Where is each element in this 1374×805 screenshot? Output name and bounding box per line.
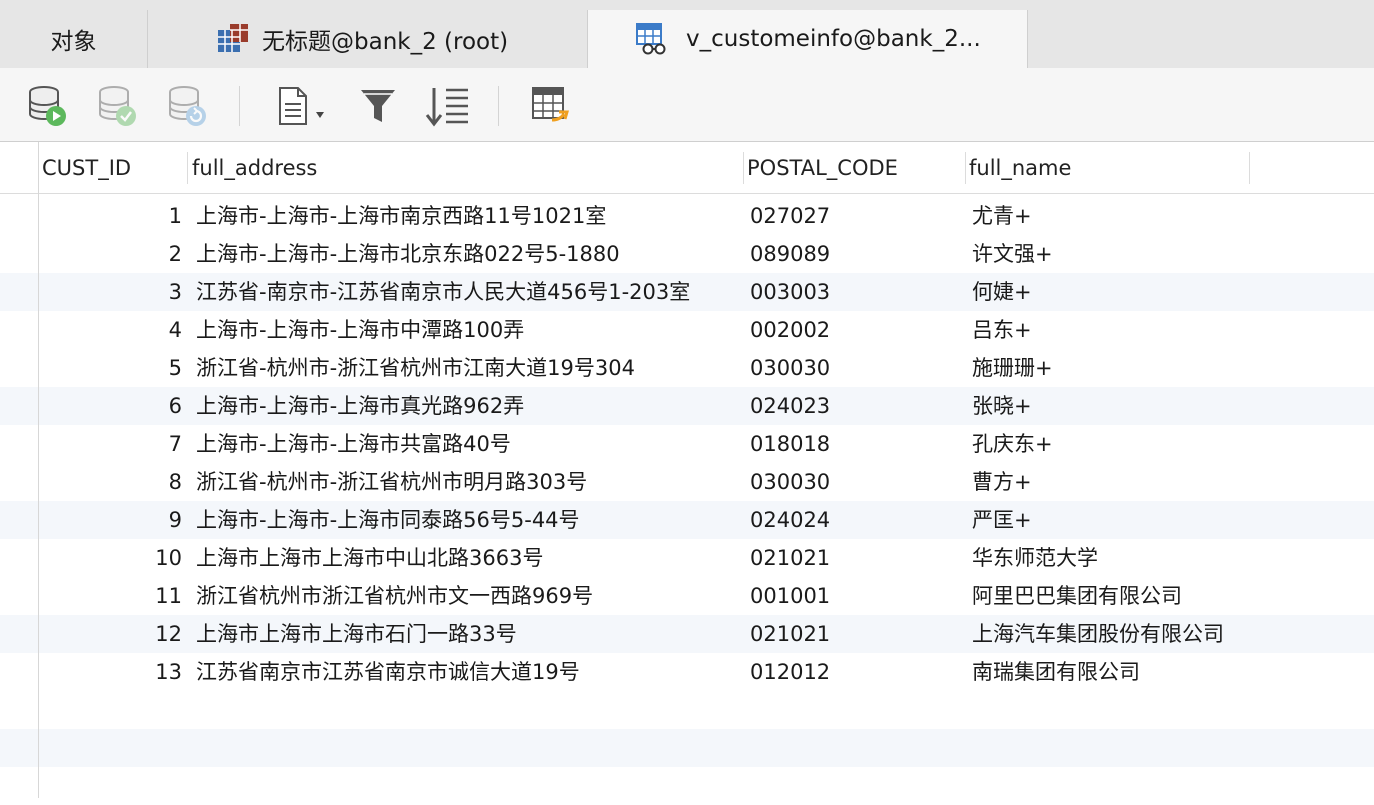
table-row[interactable]: 13 江苏省南京市江苏省南京市诚信大道19号 012012 南瑞集团有限公司 xyxy=(0,653,1374,691)
cell-cust-id[interactable]: 11 xyxy=(40,577,182,615)
cell-cust-id[interactable]: 2 xyxy=(40,235,182,273)
cell-postal-code[interactable]: 030030 xyxy=(750,463,960,501)
toolbar-separator xyxy=(239,86,240,126)
cell-full-address[interactable]: 浙江省-杭州市-浙江省杭州市江南大道19号304 xyxy=(196,349,744,387)
cell-cust-id[interactable]: 9 xyxy=(40,501,182,539)
tab-view-label: v_customeinfo@bank_2... xyxy=(686,26,981,52)
cell-full-name[interactable]: 何婕+ xyxy=(972,273,1252,311)
cell-postal-code[interactable]: 030030 xyxy=(750,349,960,387)
table-row[interactable]: 9 上海市-上海市-上海市同泰路56号5-44号 024024 严匡+ xyxy=(0,501,1374,539)
tab-query-label: 无标题@bank_2 (root) xyxy=(262,29,509,55)
document-menu-icon[interactable] xyxy=(276,84,332,128)
cell-full-name[interactable]: 吕东+ xyxy=(972,311,1252,349)
column-header-full-address[interactable]: full_address xyxy=(188,142,743,194)
table-row[interactable]: 1 上海市-上海市-上海市南京西路11号1021室 027027 尤青+ xyxy=(0,197,1374,235)
data-grid: CUST_ID full_address POSTAL_CODE full_na… xyxy=(0,142,1374,798)
cell-cust-id[interactable]: 7 xyxy=(40,425,182,463)
tab-objects-label: 对象 xyxy=(50,29,97,55)
column-header-postal-code[interactable]: POSTAL_CODE xyxy=(743,142,965,194)
table-row[interactable]: 10 上海市上海市上海市中山北路3663号 021021 华东师范大学 xyxy=(0,539,1374,577)
cell-full-name[interactable]: 华东师范大学 xyxy=(972,539,1252,577)
db-refresh-icon[interactable] xyxy=(166,84,210,128)
cell-cust-id[interactable]: 6 xyxy=(40,387,182,425)
cell-full-address[interactable]: 上海市-上海市-上海市真光路962弄 xyxy=(196,387,744,425)
cell-full-address[interactable]: 上海市上海市上海市石门一路33号 xyxy=(196,615,744,653)
cell-cust-id[interactable]: 8 xyxy=(40,463,182,501)
sort-icon[interactable] xyxy=(424,84,472,128)
tab-bar: 对象 无标题@bank_2 (root) v_customeinfo@bank_… xyxy=(0,0,1374,68)
view-icon xyxy=(636,23,666,55)
cell-cust-id[interactable]: 12 xyxy=(40,615,182,653)
cell-full-address[interactable]: 上海市上海市上海市中山北路3663号 xyxy=(196,539,744,577)
empty-row xyxy=(0,767,1374,805)
cell-full-address[interactable]: 浙江省-杭州市-浙江省杭州市明月路303号 xyxy=(196,463,744,501)
cell-full-address[interactable]: 上海市-上海市-上海市共富路40号 xyxy=(196,425,744,463)
cell-full-name[interactable]: 南瑞集团有限公司 xyxy=(972,653,1252,691)
cell-full-name[interactable]: 严匡+ xyxy=(972,501,1252,539)
cell-full-name[interactable]: 曹方+ xyxy=(972,463,1252,501)
column-separator[interactable] xyxy=(1249,152,1250,184)
cell-postal-code[interactable]: 012012 xyxy=(750,653,960,691)
query-table-icon xyxy=(218,24,248,52)
cell-full-name[interactable]: 阿里巴巴集团有限公司 xyxy=(972,577,1252,615)
cell-full-address[interactable]: 浙江省杭州市浙江省杭州市文一西路969号 xyxy=(196,577,744,615)
filter-icon[interactable] xyxy=(358,84,398,128)
table-row[interactable]: 7 上海市-上海市-上海市共富路40号 018018 孔庆东+ xyxy=(0,425,1374,463)
cell-postal-code[interactable]: 027027 xyxy=(750,197,960,235)
cell-full-name[interactable]: 施珊珊+ xyxy=(972,349,1252,387)
table-row[interactable]: 2 上海市-上海市-上海市北京东路022号5-1880 089089 许文强+ xyxy=(0,235,1374,273)
cell-full-name[interactable]: 孔庆东+ xyxy=(972,425,1252,463)
cell-postal-code[interactable]: 024024 xyxy=(750,501,960,539)
cell-postal-code[interactable]: 001001 xyxy=(750,577,960,615)
tab-view-customeinfo[interactable]: v_customeinfo@bank_2... xyxy=(588,10,1028,68)
cell-full-address[interactable]: 江苏省南京市江苏省南京市诚信大道19号 xyxy=(196,653,744,691)
cell-cust-id[interactable]: 3 xyxy=(40,273,182,311)
cell-full-name[interactable]: 张晓+ xyxy=(972,387,1252,425)
empty-row xyxy=(0,691,1374,729)
column-header-full-name[interactable]: full_name xyxy=(965,142,1249,194)
db-run-icon[interactable] xyxy=(26,84,70,128)
cell-postal-code[interactable]: 021021 xyxy=(750,539,960,577)
cell-postal-code[interactable]: 018018 xyxy=(750,425,960,463)
cell-full-name[interactable]: 上海汽车集团股份有限公司 xyxy=(972,615,1252,653)
table-row[interactable]: 6 上海市-上海市-上海市真光路962弄 024023 张晓+ xyxy=(0,387,1374,425)
cell-full-address[interactable]: 上海市-上海市-上海市同泰路56号5-44号 xyxy=(196,501,744,539)
cell-cust-id[interactable]: 13 xyxy=(40,653,182,691)
cell-full-name[interactable]: 尤青+ xyxy=(972,197,1252,235)
row-gutter-border xyxy=(38,142,39,798)
column-header-cust-id[interactable]: CUST_ID xyxy=(38,142,188,194)
cell-full-address[interactable]: 上海市-上海市-上海市中潭路100弄 xyxy=(196,311,744,349)
cell-cust-id[interactable]: 5 xyxy=(40,349,182,387)
cell-full-name[interactable]: 许文强+ xyxy=(972,235,1252,273)
table-row[interactable]: 3 江苏省-南京市-江苏省南京市人民大道456号1-203室 003003 何婕+ xyxy=(0,273,1374,311)
cell-cust-id[interactable]: 10 xyxy=(40,539,182,577)
cell-full-address[interactable]: 江苏省-南京市-江苏省南京市人民大道456号1-203室 xyxy=(196,273,744,311)
cell-full-address[interactable]: 上海市-上海市-上海市北京东路022号5-1880 xyxy=(196,235,744,273)
cell-postal-code[interactable]: 002002 xyxy=(750,311,960,349)
grid-header: CUST_ID full_address POSTAL_CODE full_na… xyxy=(0,142,1374,194)
toolbar-separator xyxy=(498,86,499,126)
table-row[interactable]: 12 上海市上海市上海市石门一路33号 021021 上海汽车集团股份有限公司 xyxy=(0,615,1374,653)
empty-row xyxy=(0,729,1374,767)
table-row[interactable]: 5 浙江省-杭州市-浙江省杭州市江南大道19号304 030030 施珊珊+ xyxy=(0,349,1374,387)
cell-full-address[interactable]: 上海市-上海市-上海市南京西路11号1021室 xyxy=(196,197,744,235)
cell-postal-code[interactable]: 089089 xyxy=(750,235,960,273)
cell-postal-code[interactable]: 021021 xyxy=(750,615,960,653)
cell-cust-id[interactable]: 1 xyxy=(40,197,182,235)
db-commit-icon[interactable] xyxy=(96,84,140,128)
cell-postal-code[interactable]: 003003 xyxy=(750,273,960,311)
tab-query-untitled[interactable]: 无标题@bank_2 (root) xyxy=(148,10,588,68)
export-table-icon[interactable] xyxy=(530,84,574,128)
toolbar xyxy=(0,68,1374,142)
table-row[interactable]: 8 浙江省-杭州市-浙江省杭州市明月路303号 030030 曹方+ xyxy=(0,463,1374,501)
tab-objects[interactable]: 对象 xyxy=(0,10,148,68)
cell-postal-code[interactable]: 024023 xyxy=(750,387,960,425)
cell-cust-id[interactable]: 4 xyxy=(40,311,182,349)
table-row[interactable]: 4 上海市-上海市-上海市中潭路100弄 002002 吕东+ xyxy=(0,311,1374,349)
table-row[interactable]: 11 浙江省杭州市浙江省杭州市文一西路969号 001001 阿里巴巴集团有限公司 xyxy=(0,577,1374,615)
